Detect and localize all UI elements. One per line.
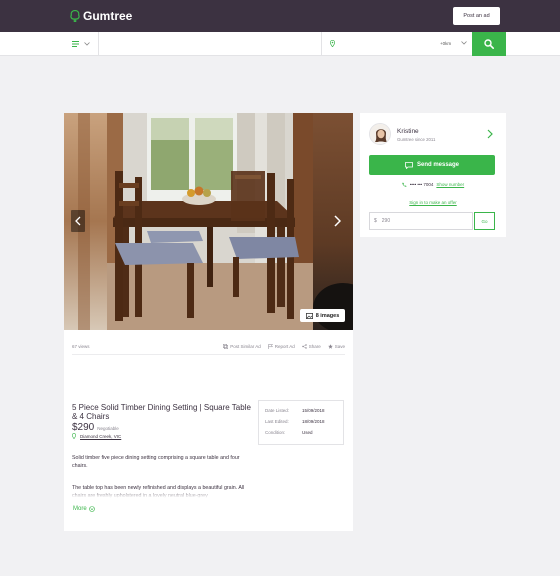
flag-icon: [267, 343, 273, 349]
detail-row-last-edited: Last Edited: 18/09/2018: [265, 416, 343, 427]
phone-icon: [402, 182, 407, 187]
view-count: 67 views: [72, 343, 90, 349]
chevron-right-icon: [333, 215, 341, 227]
gumtree-logo[interactable]: Gumtree: [70, 9, 132, 23]
detail-value: 18/09/2018: [302, 419, 325, 424]
seller-avatar[interactable]: [369, 123, 391, 145]
detail-row-date-listed: Date Listed: 15/09/2018: [265, 405, 343, 416]
location-link[interactable]: Diamond Creek, VIC: [80, 434, 121, 439]
seller-card: Kristine Gumtree since 2011 Send message…: [360, 113, 506, 237]
post-similar-ad-label: Post Similar Ad: [230, 343, 261, 349]
detail-value: Used: [302, 430, 313, 435]
sign-in-offer-link[interactable]: Sign in to make an offer: [360, 200, 506, 205]
more-label: More: [73, 506, 87, 512]
send-message-label: Send message: [416, 162, 460, 168]
previous-image-button[interactable]: [71, 210, 85, 232]
share-link[interactable]: Share: [302, 344, 321, 349]
tree-logo-icon: [70, 10, 80, 22]
chevron-right-icon[interactable]: [487, 129, 493, 139]
chevron-down-icon: [84, 42, 90, 46]
chevron-down-circle-icon: [88, 506, 95, 512]
member-since: Gumtree since 2011: [397, 137, 436, 142]
keyword-search-input[interactable]: [100, 32, 322, 56]
magnifier-icon: [484, 39, 494, 49]
chat-bubble-icon: [405, 161, 413, 169]
report-ad-label: Report Ad: [274, 343, 295, 349]
brand-name: Gumtree: [83, 9, 133, 23]
phone-row: •••• ••• 7004 Show number: [360, 182, 506, 187]
image-icon: [305, 312, 313, 319]
radius-select[interactable]: +0km: [440, 41, 451, 46]
report-ad-link[interactable]: Report Ad: [267, 343, 295, 349]
seller-name[interactable]: Kristine: [397, 128, 419, 135]
negotiable-label: Negotiable: [97, 426, 119, 431]
location-input[interactable]: +0km: [323, 32, 471, 56]
more-button[interactable]: More: [73, 506, 95, 512]
copy-icon: [223, 343, 229, 349]
divider: [72, 354, 345, 355]
listing-details-box: Date Listed: 15/09/2018 Last Edited: 18/…: [258, 400, 344, 445]
pin-icon: [330, 40, 335, 47]
detail-label: Condition:: [265, 430, 286, 435]
listing-photo: [107, 113, 313, 330]
detail-value: 15/09/2018: [302, 408, 325, 413]
post-similar-ad-link[interactable]: Post Similar Ad: [223, 344, 261, 349]
show-number-link[interactable]: Show number: [436, 182, 464, 187]
post-ad-button[interactable]: Post an ad: [453, 7, 500, 25]
category-select[interactable]: [64, 32, 99, 56]
listing-location: Diamond Creek, VIC: [72, 433, 121, 439]
masked-phone-number: •••• ••• 7004: [409, 182, 434, 187]
description-paragraph-truncated: The table top has been newly refinished …: [72, 485, 245, 498]
listing-title: 5 Piece Solid Timber Dining Setting | Sq…: [72, 403, 251, 421]
star-icon: [327, 343, 333, 349]
save-label: Save: [334, 343, 345, 349]
image-gallery[interactable]: 8 images: [64, 113, 353, 330]
listing-meta-row: 67 views Post Similar Ad Report Ad Share…: [72, 340, 345, 352]
chevron-left-icon: [75, 216, 81, 226]
pin-icon: [72, 433, 76, 439]
image-count-badge[interactable]: 8 images: [300, 309, 345, 322]
price-row: $290 Negotiable: [72, 422, 119, 433]
avatar-image: [370, 124, 390, 144]
top-navigation-bar: Gumtree Post an ad: [0, 0, 560, 32]
listing-card: 8 images 67 views Post Similar Ad Report…: [64, 113, 353, 531]
listing-price: $290: [72, 422, 95, 433]
offer-placeholder: 290: [381, 218, 391, 224]
detail-label: Date Listed:: [265, 408, 290, 413]
detail-label: Last Edited:: [265, 419, 289, 424]
save-link[interactable]: Save: [327, 343, 345, 349]
next-image-button[interactable]: [330, 210, 344, 232]
search-button[interactable]: [472, 32, 506, 56]
send-message-button[interactable]: Send message: [369, 155, 495, 175]
offer-amount-input[interactable]: $ 290: [369, 212, 473, 230]
list-icon: [72, 41, 79, 47]
share-icon: [302, 343, 307, 349]
image-count-label: 8 images: [315, 312, 340, 319]
description-paragraph: Solid timber five piece dining setting c…: [72, 455, 240, 469]
detail-row-condition: Condition: Used: [265, 427, 343, 438]
share-label: Share: [308, 343, 321, 349]
currency-symbol: $: [374, 218, 377, 224]
offer-go-button[interactable]: Go: [474, 212, 495, 230]
chevron-down-icon[interactable]: [461, 41, 467, 45]
